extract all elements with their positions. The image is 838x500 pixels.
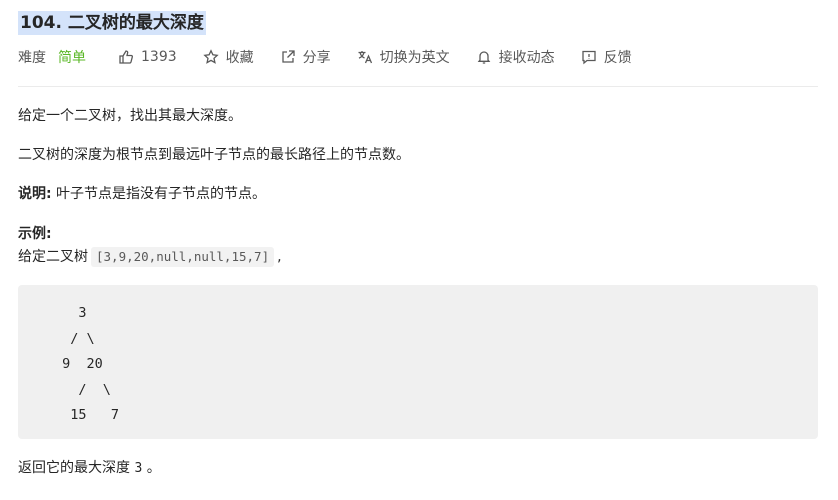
translate-icon xyxy=(358,51,372,64)
description-paragraph-1: 给定一个二叉树，找出其最大深度。 xyxy=(18,108,242,124)
note-text: 叶子节点是指没有子节点的节点。 xyxy=(51,186,267,202)
example-line: 给定二叉树 [3,9,20,null,null,15,7], xyxy=(18,246,282,268)
example-inline-code: [3,9,20,null,null,15,7] xyxy=(91,247,275,267)
example-label: 示例: xyxy=(18,226,52,242)
difficulty-value: 简单 xyxy=(58,50,86,66)
result-prefix: 返回它的最大深度 xyxy=(18,460,135,476)
feedback-button[interactable]: 反馈 xyxy=(581,47,632,67)
example-prefix: 给定二叉树 xyxy=(18,249,88,265)
description-paragraph-2: 二叉树的深度为根节点到最远叶子节点的最长路径上的节点数。 xyxy=(18,147,410,163)
share-button[interactable]: 分享 xyxy=(280,47,331,67)
notify-button[interactable]: 接收动态 xyxy=(476,47,555,67)
result-suffix: 。 xyxy=(142,460,161,476)
switch-language-button[interactable]: 切换为英文 xyxy=(357,47,450,67)
example-suffix: , xyxy=(277,249,282,265)
notify-label: 接收动态 xyxy=(498,50,555,66)
switch-language-label: 切换为英文 xyxy=(379,50,450,66)
example-heading: 示例: xyxy=(18,223,52,245)
share-label: 分享 xyxy=(302,50,331,66)
tree-diagram-text: 3 / \ 9 20 / \ 15 7 xyxy=(62,305,120,423)
like-button[interactable]: 1393 xyxy=(118,49,177,65)
feedback-icon xyxy=(581,50,596,65)
result-paragraph: 返回它的最大深度 3 。 xyxy=(18,457,161,480)
star-icon xyxy=(202,49,219,64)
favorite-button[interactable]: 收藏 xyxy=(202,47,254,67)
feedback-label: 反馈 xyxy=(603,50,632,66)
note-label: 说明: xyxy=(18,186,52,202)
share-icon xyxy=(281,50,295,63)
thumbs-up-icon xyxy=(119,50,133,64)
tree-code-block: 3 / \ 9 20 / \ 15 7 xyxy=(18,285,818,439)
difficulty-label: 难度 xyxy=(18,50,46,66)
note-paragraph: 说明: 叶子节点是指没有子节点的节点。 xyxy=(18,183,266,205)
bell-icon xyxy=(477,51,490,64)
divider xyxy=(18,86,818,87)
favorite-label: 收藏 xyxy=(225,50,254,66)
problem-title: 104. 二叉树的最大深度 xyxy=(18,11,206,35)
like-count: 1393 xyxy=(141,49,177,65)
difficulty: 难度 简单 xyxy=(18,47,86,67)
problem-meta-bar: 难度 简单 1393 收藏 分享 切换为英文 接收动态 反馈 xyxy=(18,46,658,68)
